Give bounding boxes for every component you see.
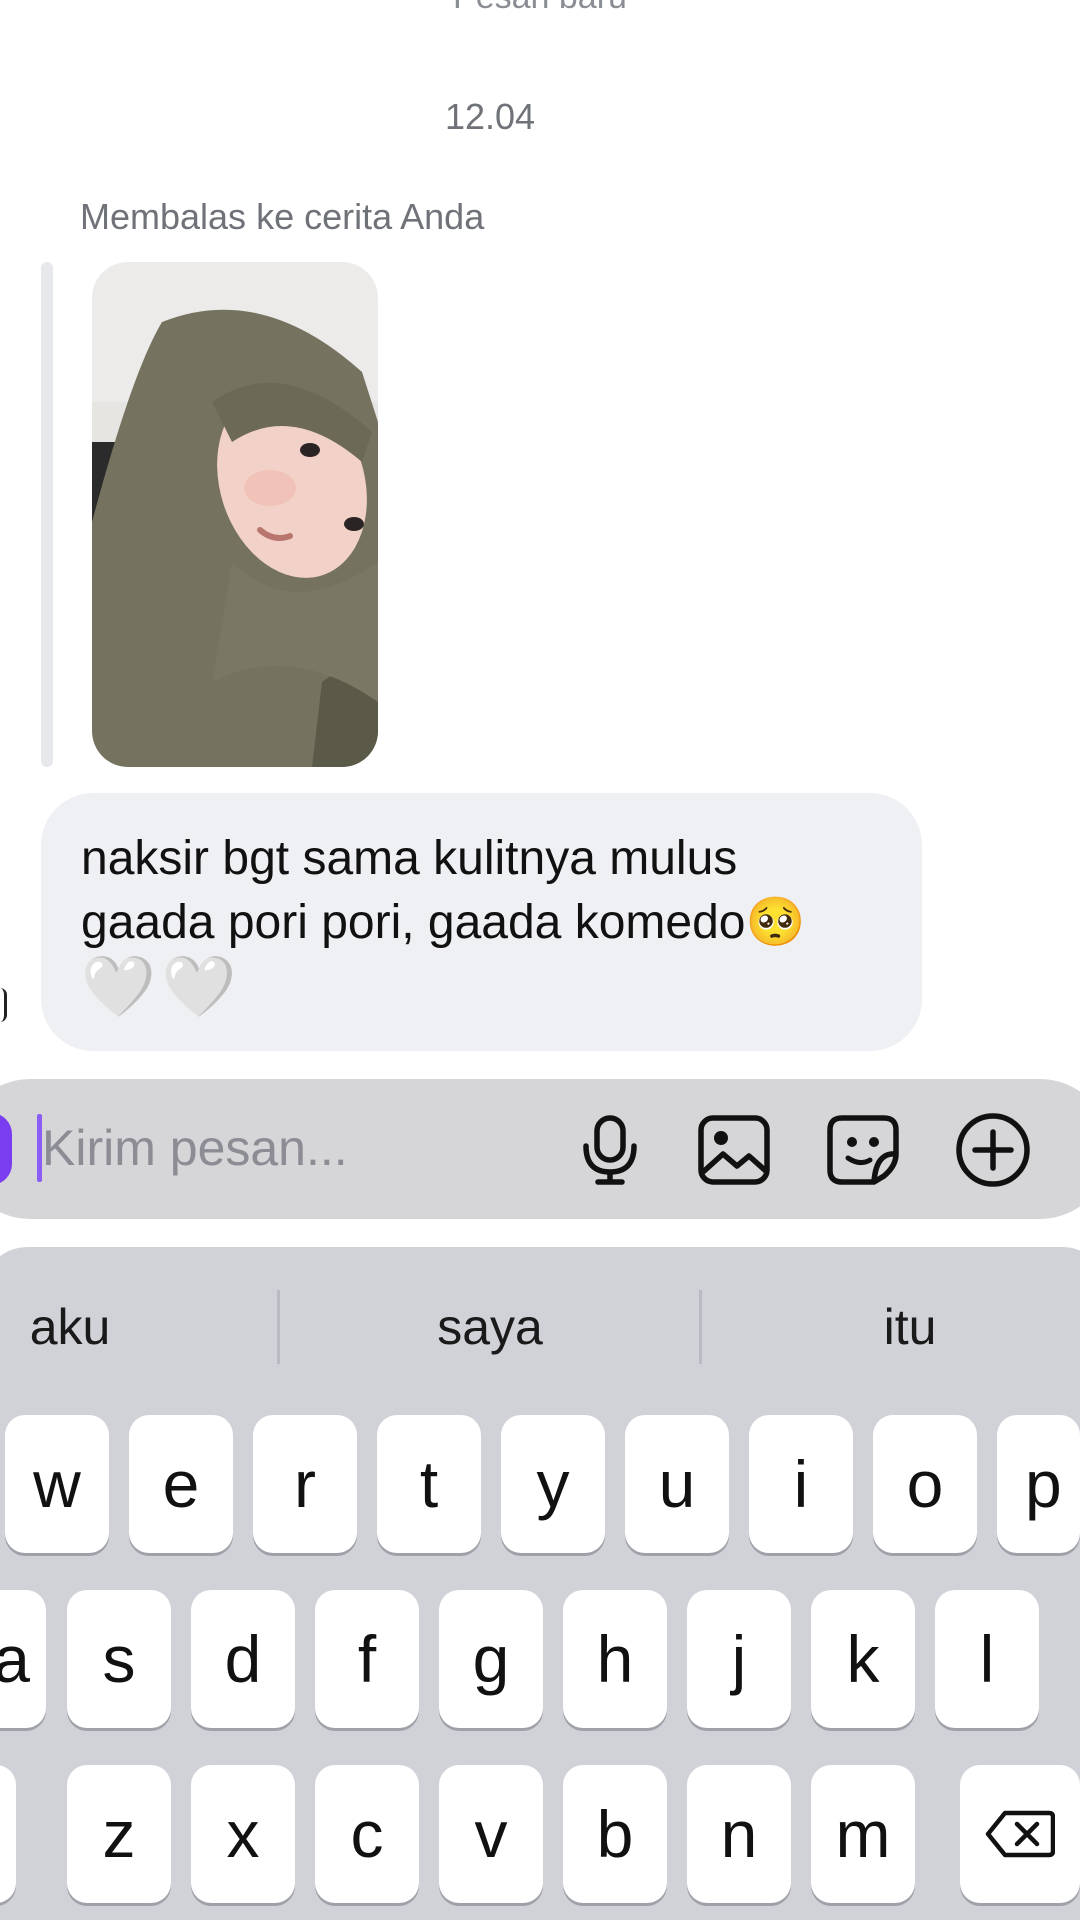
message-line-1: naksir bgt sama kulitnya mulus bbox=[81, 832, 738, 885]
message-input[interactable] bbox=[42, 1110, 522, 1186]
key-v[interactable]: v bbox=[439, 1765, 543, 1903]
story-reply-caption: Membalas ke cerita Anda bbox=[80, 196, 485, 237]
suggestion-divider bbox=[699, 1290, 702, 1364]
suggestion-2[interactable]: saya bbox=[400, 1298, 580, 1356]
microphone-icon[interactable] bbox=[570, 1110, 650, 1190]
pleading-face-emoji: 🥺 bbox=[745, 896, 806, 949]
key-c[interactable]: c bbox=[315, 1765, 419, 1903]
story-photo-illustration bbox=[92, 262, 378, 767]
white-hearts-emoji: 🤍🤍 bbox=[81, 953, 243, 1020]
dm-thread-screen: Pesan baru 12.04 Membalas ke cerita Anda… bbox=[0, 0, 1080, 1920]
reaction-edge-indicator bbox=[0, 988, 7, 1022]
key-t[interactable]: t bbox=[377, 1415, 481, 1553]
key-b[interactable]: b bbox=[563, 1765, 667, 1903]
image-icon[interactable] bbox=[694, 1110, 774, 1190]
story-thumbnail[interactable] bbox=[92, 262, 378, 767]
key-i[interactable]: i bbox=[749, 1415, 853, 1553]
key-a[interactable]: a bbox=[0, 1590, 46, 1728]
key-r[interactable]: r bbox=[253, 1415, 357, 1553]
suggestion-divider bbox=[277, 1290, 280, 1364]
suggestion-1[interactable]: aku bbox=[0, 1298, 140, 1356]
message-line-2: gaada pori pori, gaada komedo bbox=[81, 896, 746, 949]
suggestion-3[interactable]: itu bbox=[840, 1298, 980, 1356]
key-k[interactable]: k bbox=[811, 1590, 915, 1728]
key-f[interactable]: f bbox=[315, 1590, 419, 1728]
key-e[interactable]: e bbox=[129, 1415, 233, 1553]
key-p[interactable]: p bbox=[997, 1415, 1080, 1553]
key-h[interactable]: h bbox=[563, 1590, 667, 1728]
key-g[interactable]: g bbox=[439, 1590, 543, 1728]
key-y[interactable]: y bbox=[501, 1415, 605, 1553]
key-s[interactable]: s bbox=[67, 1590, 171, 1728]
key-x[interactable]: x bbox=[191, 1765, 295, 1903]
key-o[interactable]: o bbox=[873, 1415, 977, 1553]
backspace-icon bbox=[985, 1810, 1055, 1858]
key-d[interactable]: d bbox=[191, 1590, 295, 1728]
sticker-icon[interactable] bbox=[823, 1110, 903, 1190]
key-z[interactable]: z bbox=[67, 1765, 171, 1903]
backspace-key[interactable] bbox=[960, 1765, 1080, 1903]
shift-key[interactable] bbox=[0, 1765, 16, 1903]
message-timestamp: 12.04 bbox=[444, 96, 536, 137]
key-u[interactable]: u bbox=[625, 1415, 729, 1553]
new-messages-banner: Pesan baru bbox=[0, 0, 1080, 18]
reply-indicator-bar bbox=[41, 262, 53, 767]
key-n[interactable]: n bbox=[687, 1765, 791, 1903]
plus-circle-icon[interactable] bbox=[953, 1110, 1033, 1190]
key-m[interactable]: m bbox=[811, 1765, 915, 1903]
key-l[interactable]: l bbox=[935, 1590, 1039, 1728]
key-w[interactable]: w bbox=[5, 1415, 109, 1553]
key-j[interactable]: j bbox=[687, 1590, 791, 1728]
message-bubble[interactable]: naksir bgt sama kulitnya mulus gaada por… bbox=[41, 793, 922, 1051]
